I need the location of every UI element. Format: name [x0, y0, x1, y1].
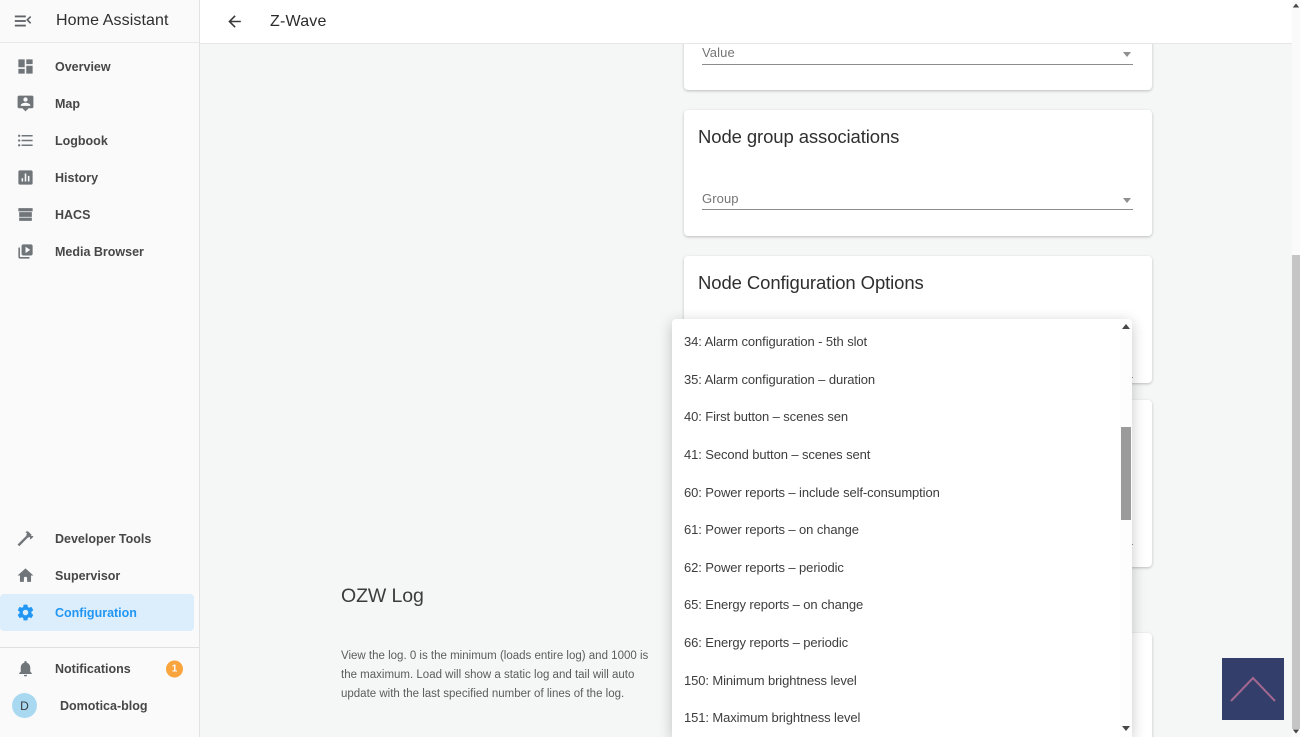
node-group-associations-card: Node group associations Group: [684, 110, 1152, 236]
chevron-down-icon: [1123, 52, 1131, 57]
hacs-store-icon: [15, 205, 35, 225]
section-description: View the log. 0 is the minimum (loads en…: [341, 650, 649, 700]
scroll-down-icon[interactable]: [1122, 726, 1130, 731]
listbox-scrollbar-thumb[interactable]: [1121, 427, 1131, 520]
page-scrollbar-thumb[interactable]: [1292, 255, 1300, 729]
listbox-option[interactable]: 66: Energy reports – periodic: [672, 624, 1132, 662]
sidebar-item-label: Domotica-blog: [60, 698, 148, 713]
sidebar-item-label: HACS: [55, 207, 91, 222]
sidebar-item-media-browser[interactable]: Media Browser: [0, 233, 199, 270]
page-scrollbar[interactable]: [1292, 0, 1300, 737]
arrow-left-icon: [227, 15, 241, 28]
format-list-bulleted-icon: [15, 131, 35, 151]
sidebar-item-hacs[interactable]: HACS: [0, 196, 199, 233]
chevron-up-icon: [1230, 676, 1276, 702]
sidebar-item-configuration[interactable]: Configuration: [0, 594, 194, 631]
home-assistant-icon: [15, 566, 35, 586]
hammer-icon: [15, 529, 35, 549]
app-header: Z-Wave: [200, 0, 1292, 44]
section-title: OZW Log: [341, 585, 424, 607]
play-box-multiple-icon: [15, 242, 35, 262]
listbox-option[interactable]: 40: First button – scenes sen: [672, 398, 1132, 436]
listbox-option[interactable]: 61: Power reports – on change: [672, 511, 1132, 549]
sidebar-item-logbook[interactable]: Logbook: [0, 122, 199, 159]
listbox-option[interactable]: 41: Second button – scenes sent: [672, 436, 1132, 474]
listbox-option[interactable]: 151: Maximum brightness level: [672, 699, 1132, 737]
scroll-down-icon[interactable]: [1292, 729, 1300, 734]
scroll-up-icon[interactable]: [1122, 324, 1130, 329]
sidebar-item-label: Configuration: [55, 605, 137, 620]
sidebar-item-label: Supervisor: [55, 568, 121, 583]
scroll-up-icon[interactable]: [1292, 3, 1300, 8]
ozw-log-section: OZW Log View the log. 0 is the minimum (…: [341, 585, 671, 704]
app-title: Home Assistant: [56, 12, 169, 29]
listbox-option[interactable]: 150: Minimum brightness level: [672, 661, 1132, 699]
card-title: Node Configuration Options: [698, 272, 924, 293]
sidebar-item-developer-tools[interactable]: Developer Tools: [0, 520, 199, 557]
sidebar-item-label: Logbook: [55, 133, 108, 148]
select-label: Value: [702, 45, 735, 60]
sidebar-item-notifications[interactable]: Notifications 1: [0, 650, 199, 687]
sidebar-item-map[interactable]: Map: [0, 85, 199, 122]
listbox-option[interactable]: 65: Energy reports – on change: [672, 586, 1132, 624]
sidebar-item-overview[interactable]: Overview: [0, 48, 199, 85]
sidebar-item-label: Map: [55, 96, 80, 111]
listbox-option[interactable]: 62: Power reports – periodic: [672, 549, 1132, 587]
map-account-icon: [15, 94, 35, 114]
back-button[interactable]: [222, 10, 246, 34]
page-title: Z-Wave: [270, 12, 327, 30]
sidebar-item-profile[interactable]: D Domotica-blog: [0, 687, 199, 724]
sidebar-item-label: Overview: [55, 59, 111, 74]
sidebar-bottom: Developer Tools Supervisor Configuration…: [0, 520, 199, 724]
sidebar-menu: Overview Map Logbook History HACS Media …: [0, 43, 199, 270]
card-title: Node group associations: [698, 126, 900, 147]
listbox-option[interactable]: 34: Alarm configuration - 5th slot: [672, 323, 1132, 361]
sidebar-item-label: Developer Tools: [55, 531, 152, 546]
group-select[interactable]: Group: [702, 190, 1133, 210]
listbox-scrollbar[interactable]: [1120, 319, 1132, 737]
listbox-option[interactable]: 35: Alarm configuration – duration: [672, 361, 1132, 399]
bell-icon: [15, 659, 35, 679]
sidebar-item-supervisor[interactable]: Supervisor: [0, 557, 199, 594]
chevron-down-icon: [1123, 198, 1131, 203]
app-root: Home Assistant Overview Map Logbook Hist…: [0, 0, 1300, 737]
sidebar-item-label: Media Browser: [55, 244, 144, 259]
avatar: D: [12, 693, 37, 718]
sidebar-header: Home Assistant: [0, 0, 199, 43]
notification-badge: 1: [166, 660, 183, 677]
sidebar-item-label: Notifications: [55, 661, 131, 676]
chart-box-icon: [15, 168, 35, 188]
sidebar-divider: [0, 647, 199, 648]
sidebar-item-label: History: [55, 170, 99, 185]
sidebar-item-history[interactable]: History: [0, 159, 199, 196]
scroll-to-top-button[interactable]: [1222, 658, 1284, 720]
cog-icon: [15, 603, 35, 623]
sidebar-toggle-icon[interactable]: [13, 10, 35, 32]
listbox-option[interactable]: 60: Power reports – include self-consump…: [672, 473, 1132, 511]
config-options-listbox: 34: Alarm configuration - 5th slot 35: A…: [672, 319, 1132, 737]
select-label: Group: [702, 191, 739, 206]
view-dashboard-icon: [15, 57, 35, 77]
sidebar: Home Assistant Overview Map Logbook Hist…: [0, 0, 200, 737]
value-select[interactable]: Value: [702, 44, 1133, 65]
